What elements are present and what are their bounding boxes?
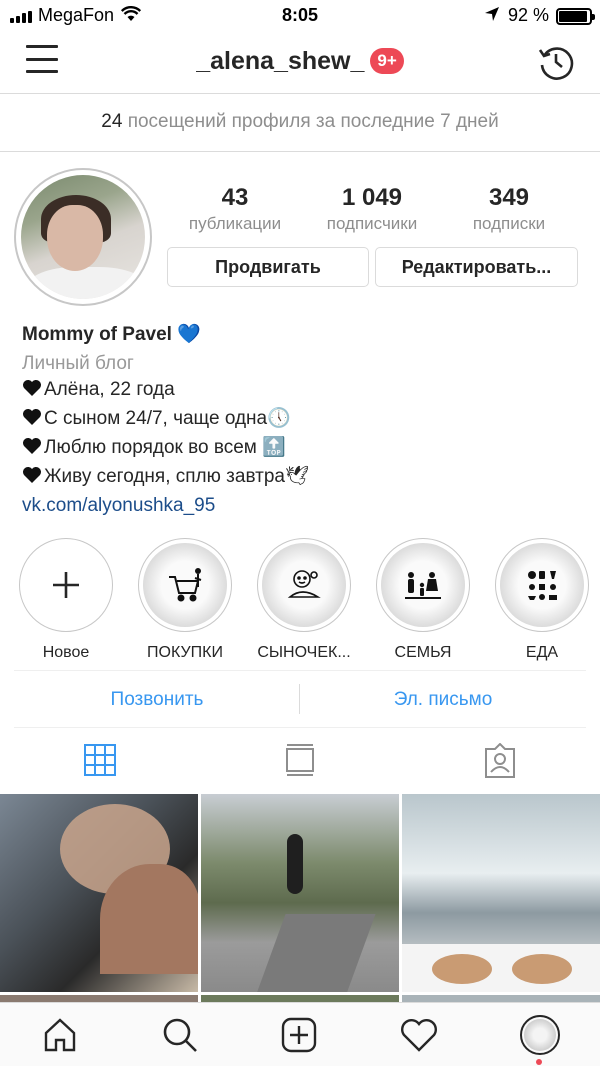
profile-display-name: Mommy of Pavel 💙: [22, 324, 201, 345]
bio-line: С сыном 24/7, чаще одна🕔: [22, 404, 291, 433]
tagged-person-icon: [485, 742, 515, 778]
family-icon: [405, 572, 441, 599]
stat-label: подписки: [472, 214, 546, 233]
bio-line: Алёна, 22 года: [22, 375, 175, 404]
stat-value: 1 049: [341, 184, 403, 211]
profile-header: _alena_shew_ 9+: [0, 32, 600, 94]
baby-icon: [287, 570, 321, 598]
shopping-cart-icon: [169, 568, 202, 602]
grid-icon: [84, 744, 116, 776]
profile-category: Личный блог: [22, 353, 134, 374]
black-heart-icon: [23, 409, 41, 425]
search-icon[interactable]: [162, 1017, 198, 1058]
post-thumbnail[interactable]: [402, 794, 600, 992]
highlight-food[interactable]: ЕДА: [494, 538, 590, 662]
highlight-family[interactable]: СЕМЬЯ: [375, 538, 471, 662]
visits-text: посещений профиля за последние 7 дней: [127, 111, 499, 132]
bio-line: Живу сегодня, сплю завтра🕊: [22, 462, 309, 491]
promote-button[interactable]: Продвигать: [167, 247, 369, 287]
stat-label: подписчики: [326, 214, 418, 233]
profile-visits-banner[interactable]: 24 посещений профиля за последние 7 дней: [0, 94, 600, 152]
battery-percent: 92 %: [508, 5, 550, 25]
plus-icon: [53, 572, 79, 598]
location-arrow-icon: [484, 6, 500, 27]
tagged-tab[interactable]: [482, 742, 518, 784]
black-heart-icon: [23, 380, 41, 396]
archive-history-icon[interactable]: [537, 43, 575, 86]
call-button[interactable]: Позвонить: [14, 671, 300, 729]
highlight-new[interactable]: Новое: [18, 538, 114, 662]
highlight-label: ПОКУПКИ: [147, 644, 223, 661]
username: _alena_shew_: [196, 46, 365, 75]
visits-count: 24: [101, 111, 123, 132]
edit-profile-button[interactable]: Редактировать...: [375, 247, 578, 287]
feed-view-tab[interactable]: [283, 743, 317, 782]
highlight-label: СЫНОЧЕК...: [257, 644, 351, 661]
home-icon[interactable]: [42, 1017, 78, 1058]
email-button[interactable]: Эл. письмо: [300, 671, 586, 729]
notification-badge: 9+: [370, 48, 404, 75]
contact-bar: Позвонить Эл. письмо: [14, 670, 586, 728]
notification-dot: [536, 1059, 542, 1065]
stat-posts[interactable]: 43 публикации: [170, 184, 300, 234]
bottom-navigation: [0, 1002, 600, 1066]
post-thumbnail[interactable]: [0, 794, 198, 992]
highlight-label: Новое: [42, 644, 90, 661]
battery-icon: [556, 8, 595, 25]
stat-following[interactable]: 349 подписки: [444, 184, 574, 234]
profile-avatar[interactable]: [14, 168, 152, 306]
food-icon: [528, 571, 557, 600]
username-title[interactable]: _alena_shew_ 9+: [0, 46, 600, 76]
highlight-label: СЕМЬЯ: [394, 644, 452, 661]
bio-link[interactable]: vk.com/alyonushka_95: [22, 491, 215, 520]
grid-view-tab[interactable]: [83, 743, 117, 782]
avatar-photo: [21, 175, 145, 299]
highlight-shopping[interactable]: ПОКУПКИ: [137, 538, 233, 662]
stat-followers[interactable]: 1 049 подписчики: [307, 184, 437, 234]
feed-icon: [286, 744, 314, 776]
new-post-icon[interactable]: [281, 1017, 317, 1058]
highlight-son[interactable]: СЫНОЧЕК...: [256, 538, 352, 662]
black-heart-icon: [23, 467, 41, 483]
black-heart-icon: [23, 438, 41, 454]
status-bar: MegaFon 8:05 92 %: [0, 0, 600, 32]
highlight-label: ЕДА: [525, 644, 559, 661]
stat-label: публикации: [188, 214, 282, 233]
bio-line: Люблю порядок во всем 🔝: [22, 433, 286, 462]
activity-heart-icon[interactable]: [400, 1017, 438, 1058]
stat-value: 43: [221, 184, 249, 211]
post-thumbnail[interactable]: [201, 794, 399, 992]
stat-value: 349: [488, 184, 530, 211]
profile-tab-avatar[interactable]: [520, 1015, 560, 1055]
